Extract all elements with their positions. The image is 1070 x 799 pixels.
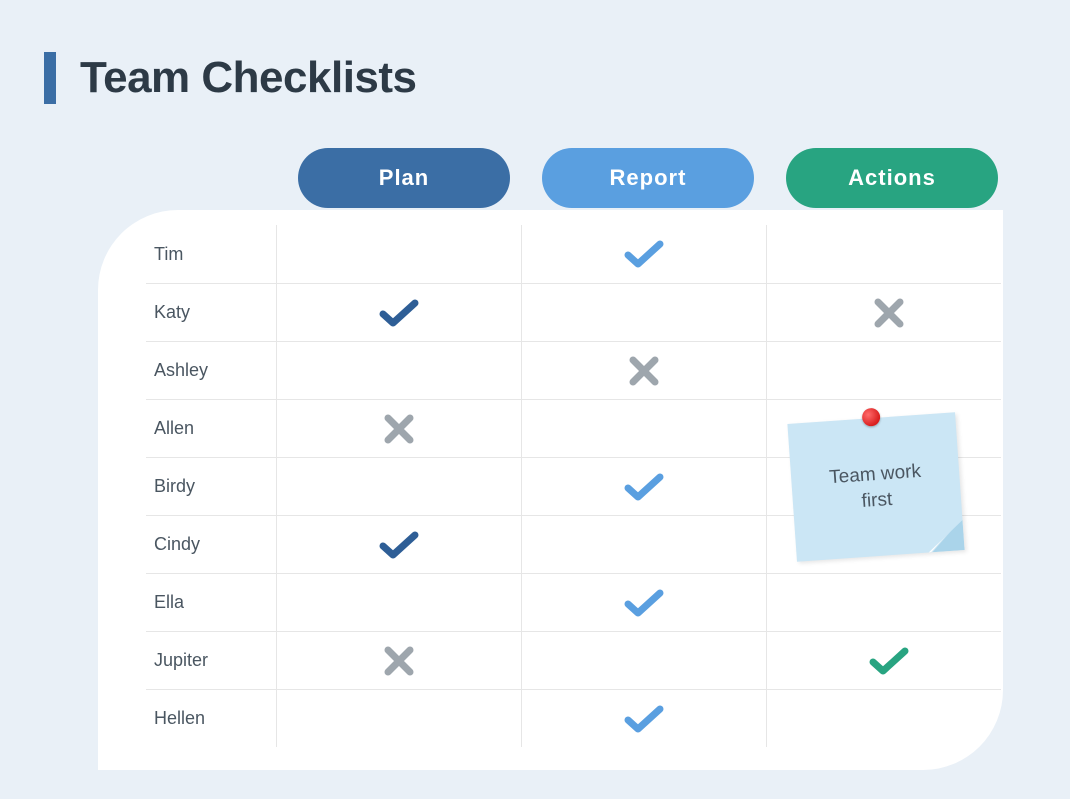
cell-report[interactable]: [521, 574, 766, 631]
cell-plan[interactable]: [276, 225, 521, 283]
column-header-plan-label: Plan: [379, 165, 429, 191]
cell-actions[interactable]: [766, 690, 1011, 747]
cell-actions[interactable]: [766, 225, 1011, 283]
cross-icon: [874, 298, 904, 328]
cell-report[interactable]: [521, 284, 766, 341]
member-name: Cindy: [146, 534, 276, 555]
table-row: Jupiter: [146, 631, 1001, 689]
check-icon: [624, 238, 664, 270]
cell-plan[interactable]: [276, 400, 521, 457]
cell-report[interactable]: [521, 690, 766, 747]
cell-plan[interactable]: [276, 284, 521, 341]
member-name: Birdy: [146, 476, 276, 497]
cell-plan[interactable]: [276, 516, 521, 573]
member-name: Allen: [146, 418, 276, 439]
cell-report[interactable]: [521, 342, 766, 399]
sticky-note-line1: Team work: [829, 461, 922, 488]
cross-icon: [384, 646, 414, 676]
cell-plan[interactable]: [276, 632, 521, 689]
cell-actions[interactable]: [766, 342, 1011, 399]
page-title: Team Checklists: [80, 53, 417, 103]
check-icon: [624, 471, 664, 503]
member-name: Tim: [146, 244, 276, 265]
member-name: Jupiter: [146, 650, 276, 671]
table-row: Ella: [146, 573, 1001, 631]
pin-icon: [862, 408, 881, 427]
cell-report[interactable]: [521, 400, 766, 457]
cell-plan[interactable]: [276, 690, 521, 747]
cross-icon: [629, 356, 659, 386]
table-row: Hellen: [146, 689, 1001, 747]
cell-actions[interactable]: [766, 284, 1011, 341]
table-row: Ashley: [146, 341, 1001, 399]
member-name: Hellen: [146, 708, 276, 729]
check-icon: [379, 529, 419, 561]
cell-report[interactable]: [521, 632, 766, 689]
title-bar-accent: [44, 52, 56, 104]
column-header-plan[interactable]: Plan: [298, 148, 510, 208]
check-icon: [624, 703, 664, 735]
column-header-actions-label: Actions: [848, 165, 936, 191]
cell-actions[interactable]: [766, 632, 1011, 689]
page-header: Team Checklists: [0, 0, 1070, 104]
sticky-note-line2: first: [861, 489, 893, 512]
cell-actions[interactable]: [766, 574, 1011, 631]
column-header-report[interactable]: Report: [542, 148, 754, 208]
cross-icon: [384, 414, 414, 444]
cell-plan[interactable]: [276, 342, 521, 399]
member-name: Ella: [146, 592, 276, 613]
check-icon: [624, 587, 664, 619]
cell-report[interactable]: [521, 516, 766, 573]
cell-report[interactable]: [521, 225, 766, 283]
column-header-report-label: Report: [610, 165, 687, 191]
cell-plan[interactable]: [276, 458, 521, 515]
cell-report[interactable]: [521, 458, 766, 515]
column-header-actions[interactable]: Actions: [786, 148, 998, 208]
sticky-note-text: Team work first: [790, 456, 961, 520]
cell-plan[interactable]: [276, 574, 521, 631]
table-row: Tim: [146, 225, 1001, 283]
table-row: Katy: [146, 283, 1001, 341]
member-name: Ashley: [146, 360, 276, 381]
check-icon: [379, 297, 419, 329]
check-icon: [869, 645, 909, 677]
note-fold: [927, 520, 965, 552]
member-name: Katy: [146, 302, 276, 323]
sticky-note[interactable]: Team work first: [787, 412, 964, 561]
